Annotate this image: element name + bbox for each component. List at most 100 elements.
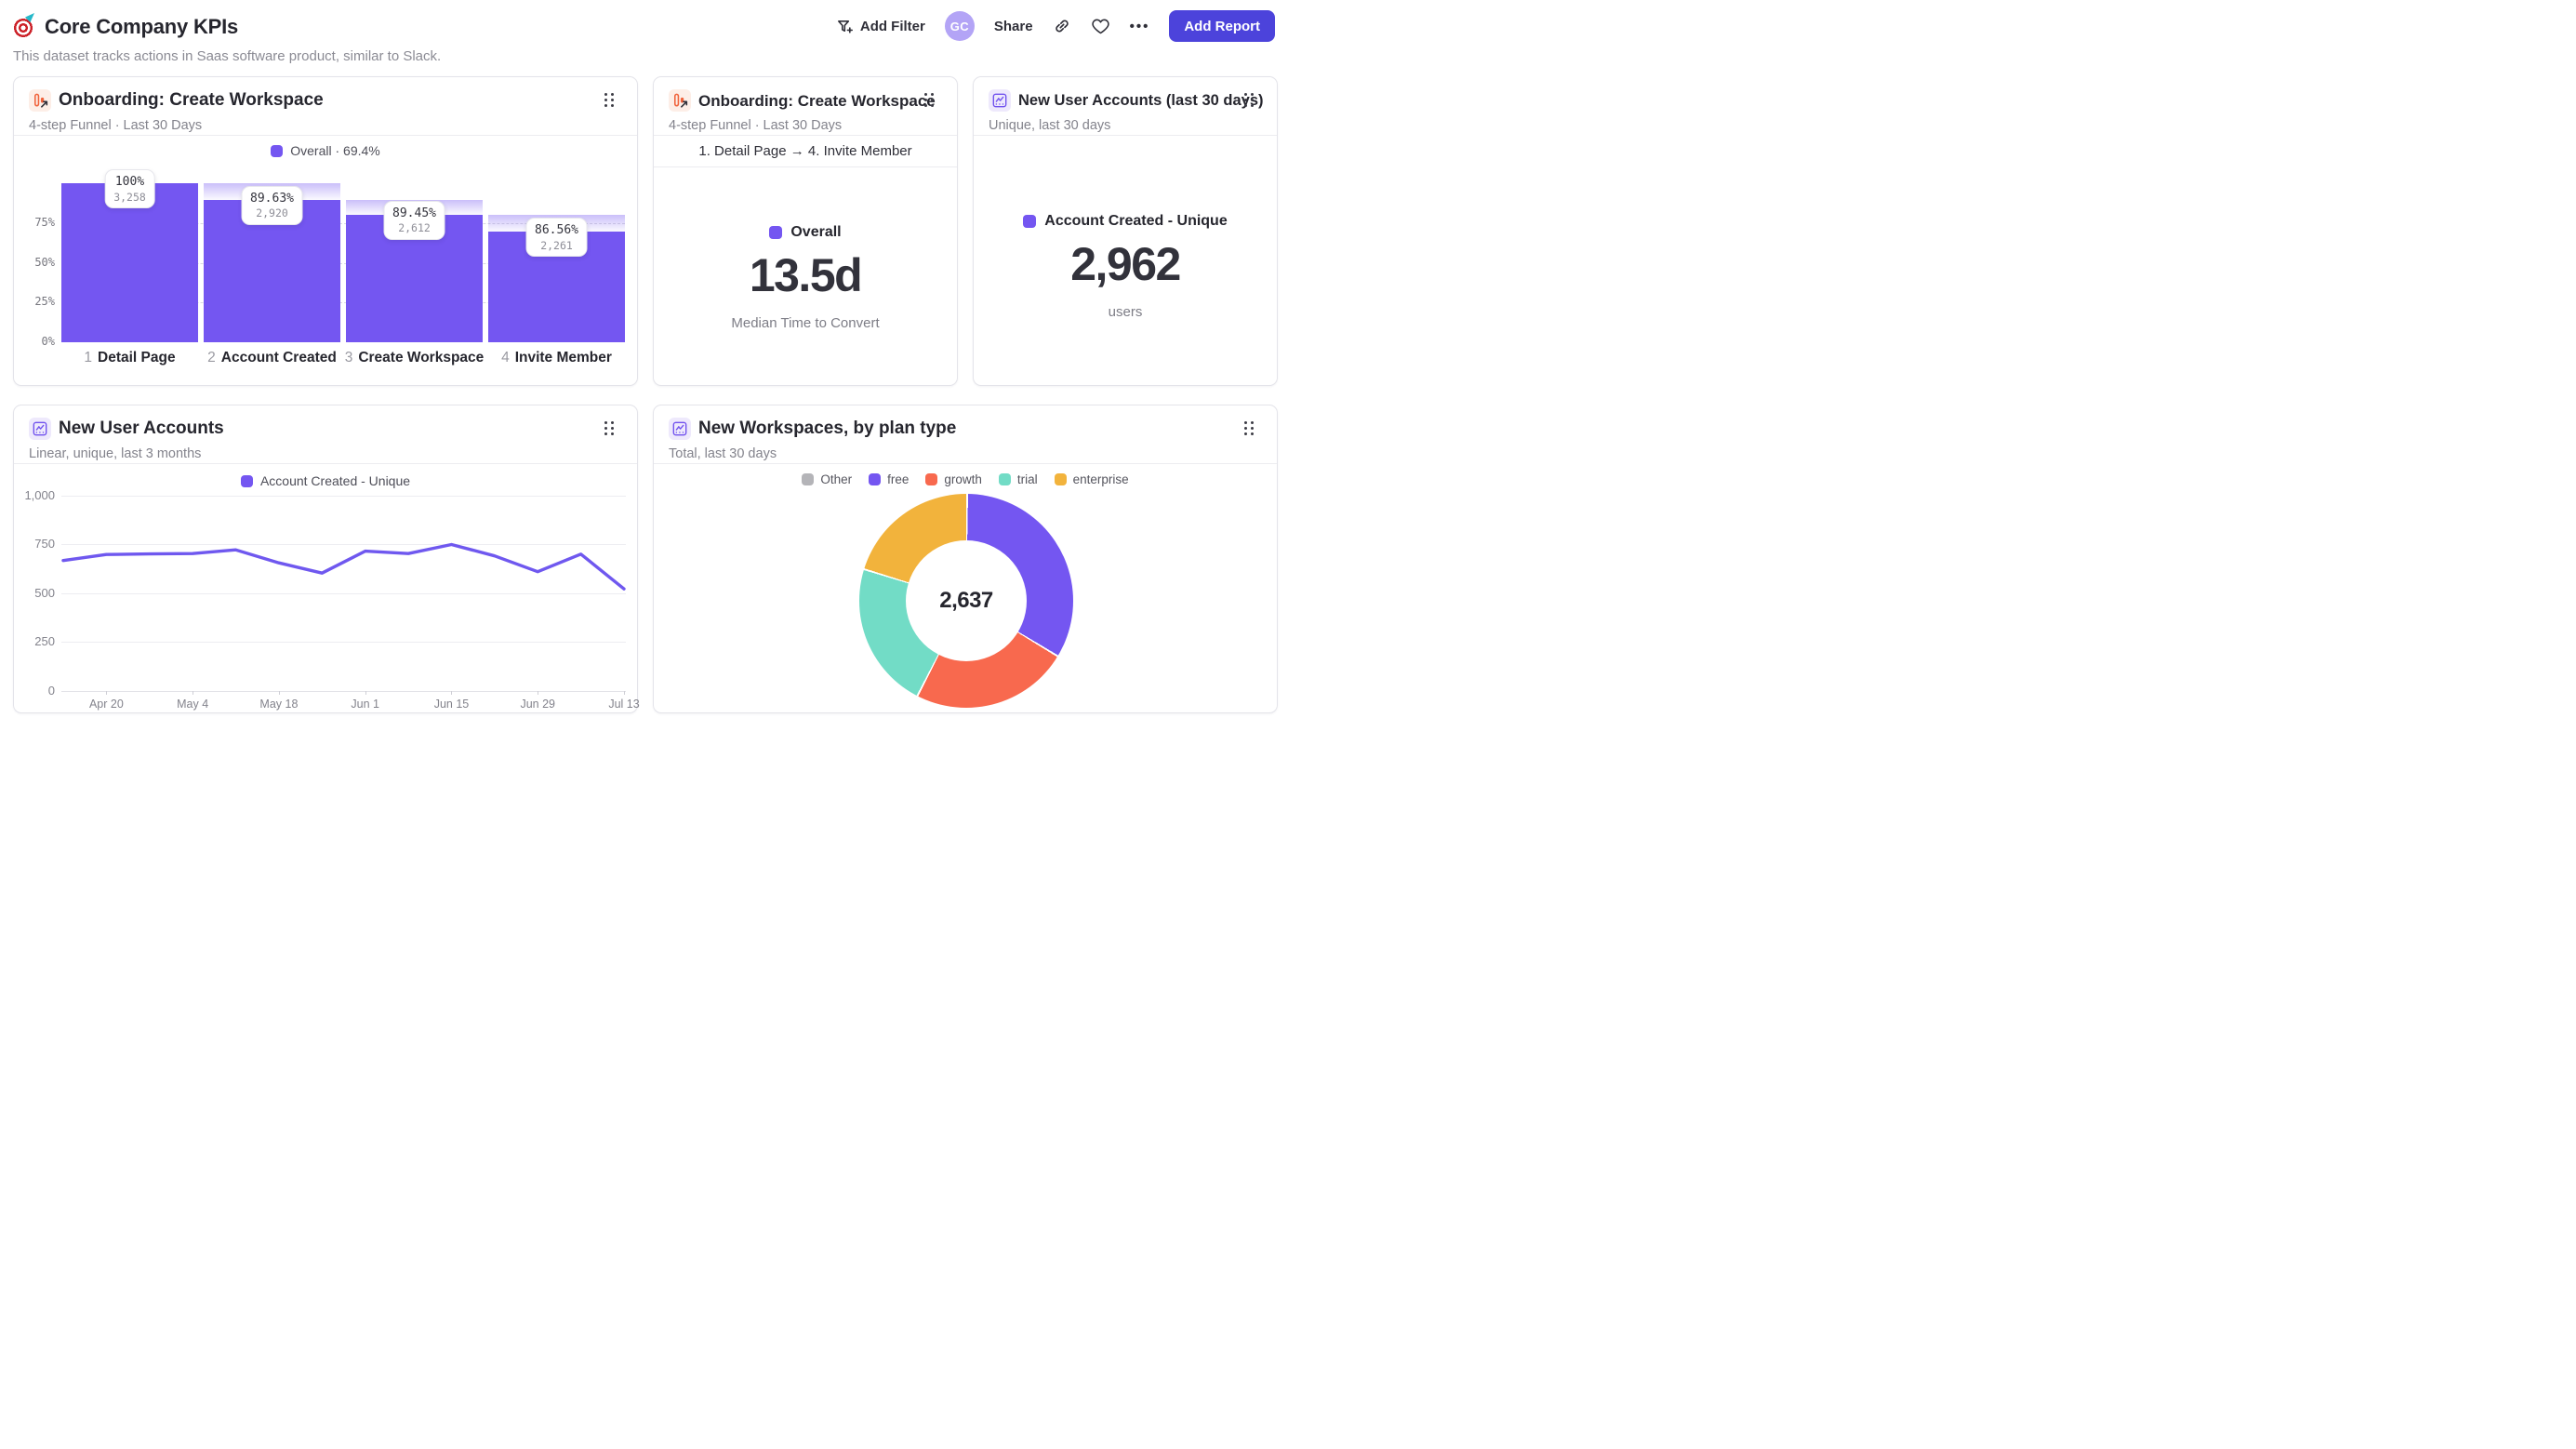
card-title[interactable]: New Workspaces, by plan type (698, 419, 956, 439)
y-tick-label: 50% (34, 255, 55, 269)
x-tick-label: May 18 (259, 698, 299, 711)
card-funnel-metric: Onboarding: Create Workspace 4-step Funn… (653, 76, 958, 386)
legend-swatch (925, 473, 938, 485)
copy-link-button[interactable] (1053, 17, 1071, 35)
funnel-report-icon (669, 89, 691, 112)
y-tick-label: 1,000 (24, 487, 55, 502)
legend-label: Account Created - Unique (1044, 213, 1228, 229)
card-subtitle: Unique, last 30 days (989, 118, 1111, 133)
insights-report-icon (989, 89, 1011, 112)
funnel-step-label: 4 Invite Member (501, 350, 612, 366)
donut-total: 2,637 (906, 540, 1027, 661)
legend-item[interactable]: free (869, 472, 909, 486)
x-tick-mark (365, 690, 366, 695)
insights-report-icon (669, 418, 691, 440)
y-tick-label: 500 (34, 585, 55, 600)
divider (974, 135, 1277, 136)
y-tick-label: 0 (47, 683, 55, 698)
legend-item[interactable]: Other (802, 472, 852, 486)
drag-handle-icon[interactable] (1244, 421, 1256, 435)
funnel-count-label: 2,261 (540, 238, 573, 252)
legend-swatch (869, 473, 882, 485)
legend-swatch (998, 473, 1011, 485)
legend-label: free (887, 472, 910, 486)
metric-legend[interactable]: Account Created - Unique (974, 213, 1277, 230)
legend-swatch (769, 226, 783, 239)
donut-chart[interactable]: 2,637 (859, 494, 1073, 708)
x-tick-label: Jun 15 (433, 698, 470, 711)
legend-item[interactable]: trial (998, 472, 1038, 486)
metric-caption: Median Time to Convert (731, 315, 880, 331)
grid-line (61, 690, 626, 692)
y-tick-label: 75% (34, 215, 55, 229)
x-tick-mark (451, 690, 453, 695)
card-funnel-bars: Onboarding: Create Workspace 4-step Funn… (13, 76, 638, 386)
filter-plus-icon (836, 18, 854, 35)
metric-legend[interactable]: Overall (654, 224, 957, 241)
drag-handle-icon[interactable] (1244, 93, 1256, 107)
card-title[interactable]: Onboarding: Create Workspace (698, 92, 936, 111)
avatar[interactable]: GC (944, 11, 975, 41)
x-tick-mark (106, 690, 108, 695)
add-filter-button[interactable]: Add Filter (836, 18, 925, 35)
funnel-chart: 0% 25% 50% 75% 100% 3,258 1 Detail Page 89.63% 2,… (14, 77, 637, 385)
dashboard: Core Company KPIs This dataset tracks ac… (0, 0, 1288, 724)
funnel-count-label: 3,258 (113, 190, 146, 204)
metric-value: 13.5d (749, 249, 863, 301)
legend-item[interactable]: enterprise (1054, 472, 1129, 486)
x-tick-label: Jun 1 (351, 698, 379, 711)
x-tick-label: May 4 (177, 698, 209, 711)
funnel-tooltip: 89.45% 2,612 (383, 200, 445, 240)
legend-label: growth (944, 472, 982, 486)
share-button[interactable]: Share (994, 19, 1033, 34)
line-series[interactable] (61, 496, 626, 691)
legend-label: Other (820, 472, 853, 486)
card-subtitle: Total, last 30 days (669, 446, 777, 461)
x-tick-label: Apr 20 (88, 698, 124, 711)
card-title[interactable]: New User Accounts (last 30 days) (1018, 92, 1263, 110)
link-icon (1053, 17, 1071, 35)
dashboard-target-icon (13, 15, 37, 39)
favorite-button[interactable] (1091, 17, 1110, 36)
legend-swatch (1023, 215, 1037, 228)
page-subtitle: This dataset tracks actions in Saas soft… (13, 48, 442, 64)
funnel-conversion-label: 86.56% (535, 223, 578, 238)
metric-caption: users (1108, 304, 1143, 320)
legend-swatch (802, 473, 815, 485)
y-tick-label: 250 (34, 634, 55, 648)
x-tick-label: Jul 13 (608, 698, 640, 711)
funnel-range-label: 1. Detail Page → 4. Invite Member (698, 142, 912, 159)
page-title: Core Company KPIs (45, 15, 239, 38)
legend-label: enterprise (1072, 472, 1129, 486)
line-chart: 0 250 500 750 1,000 Apr 20 May 4 May 18 Jun 1 Jun… (14, 405, 639, 712)
toolbar: Add Filter GC Share ••• Add Report (836, 7, 1275, 45)
legend-label: trial (1016, 472, 1038, 486)
metric-value: 2,962 (1070, 238, 1181, 290)
add-report-button[interactable]: Add Report (1169, 10, 1275, 42)
funnel-count-label: 2,612 (398, 221, 431, 235)
drag-handle-icon[interactable] (924, 93, 936, 107)
legend-item[interactable]: growth (925, 472, 982, 486)
card-workspaces-donut: New Workspaces, by plan type Total, last… (653, 405, 1278, 713)
y-tick-label: 750 (34, 537, 55, 551)
funnel-conversion-label: 100% (114, 175, 145, 189)
heart-icon (1091, 17, 1110, 36)
x-tick-mark (624, 690, 625, 695)
funnel-tooltip: 100% 3,258 (104, 169, 155, 209)
x-tick-label: Jun 29 (520, 698, 555, 711)
card-accounts-metric: New User Accounts (last 30 days) Unique,… (973, 76, 1278, 386)
funnel-tooltip: 86.56% 2,261 (525, 218, 588, 258)
divider (654, 463, 1277, 464)
card-accounts-line: New User Accounts Linear, unique, last 3… (13, 405, 640, 713)
card-subtitle: 4-step Funnel · Last 30 Days (669, 118, 843, 133)
funnel-tooltip: 89.63% 2,920 (241, 185, 303, 225)
y-tick-label: 0% (41, 335, 55, 348)
legend-label: Overall (790, 224, 842, 240)
y-tick-label: 25% (34, 295, 55, 309)
funnel-conversion-label: 89.63% (250, 191, 294, 206)
funnel-count-label: 2,920 (256, 206, 288, 220)
divider (654, 166, 957, 167)
more-menu-button[interactable]: ••• (1130, 19, 1150, 34)
legend-swatch (1054, 473, 1067, 485)
donut-legend: Other free growth trial enterprise (654, 472, 1277, 486)
